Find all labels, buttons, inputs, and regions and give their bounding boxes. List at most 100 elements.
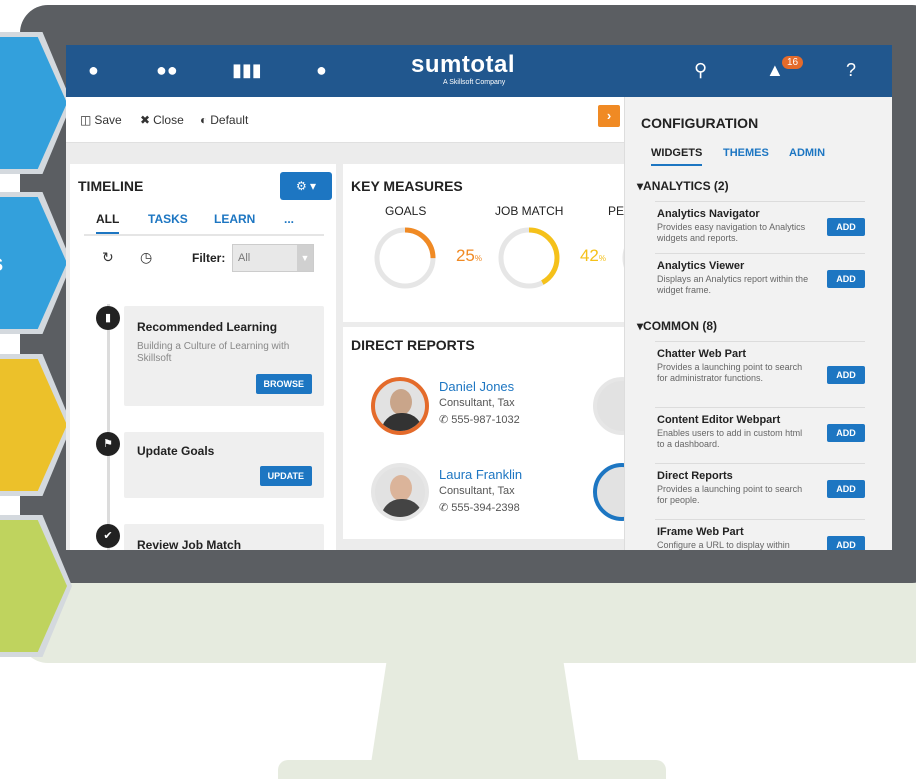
hex-tab-blue-2: s bbox=[0, 192, 72, 334]
timeline-panel: TIMELINE ⚙ ▾ ALL TASKS LEARN ... ↻ ◷ Fil… bbox=[70, 164, 336, 550]
widget-description: Provides a launching point to search for… bbox=[657, 362, 803, 383]
widget-name: Content Editor Webpart bbox=[657, 414, 781, 426]
phone-icon: ✆ bbox=[439, 502, 452, 514]
card-description: Building a Culture of Learning with Skil… bbox=[137, 341, 290, 364]
avatar-face bbox=[390, 475, 412, 501]
monitor-scene: s ● ●● ▮▮▮ ● sumtotal A Skillsoft Compan… bbox=[0, 0, 916, 779]
direct-reports-title: DIRECT REPORTS bbox=[351, 337, 475, 353]
update-button[interactable]: UPDATE bbox=[259, 466, 312, 486]
toolbar: ◫ Save ✖ Close ◐ Default bbox=[66, 97, 626, 143]
refresh-icon[interactable]: ↻ bbox=[102, 249, 114, 266]
save-button[interactable]: ◫ Save bbox=[80, 113, 122, 127]
close-icon: ✖ bbox=[140, 113, 151, 127]
clock-icon[interactable]: ◷ bbox=[140, 249, 152, 266]
widget-description: Provides easy navigation to Analytics wi… bbox=[657, 222, 806, 243]
tab-admin[interactable]: ADMIN bbox=[789, 147, 825, 159]
filter-value: All bbox=[238, 252, 251, 264]
avatar-body bbox=[381, 413, 423, 431]
expand-panel-button[interactable]: › bbox=[598, 105, 620, 127]
search-icon[interactable]: ⚲ bbox=[694, 60, 707, 81]
direct-reports-panel: DIRECT REPORTS Daniel Jones Consultant, … bbox=[343, 327, 651, 539]
gear-icon: ⚙ ▾ bbox=[295, 179, 317, 193]
add-widget-button[interactable]: ADD bbox=[827, 536, 865, 550]
widget-description: Enables users to add in custom html to a… bbox=[657, 428, 803, 449]
job-match-unit: % bbox=[598, 254, 607, 263]
default-label: Default bbox=[210, 113, 249, 127]
goals-number: 25 bbox=[455, 246, 475, 265]
section-label: ANALYTICS (2) bbox=[643, 179, 729, 193]
avatar-body bbox=[381, 499, 423, 517]
toggle-icon: ◐ bbox=[200, 113, 208, 127]
measure-label-job-match: JOB MATCH bbox=[495, 204, 564, 218]
default-toggle[interactable]: ◐ Default bbox=[200, 113, 248, 127]
widget-name: Direct Reports bbox=[657, 470, 733, 482]
measure-label-pe: PE bbox=[608, 204, 625, 218]
logo-tagline: A Skillsoft Company bbox=[443, 79, 506, 86]
app-screen: ● ●● ▮▮▮ ● sumtotal A Skillsoft Company … bbox=[66, 45, 892, 550]
section-analytics[interactable]: ▾ANALYTICS (2) bbox=[637, 179, 729, 193]
timeline-card: Update Goals UPDATE bbox=[124, 432, 324, 498]
widget-item: Analytics Viewer Displays an Analytics r… bbox=[655, 253, 865, 309]
widget-name: Analytics Viewer bbox=[657, 260, 745, 272]
group-icon[interactable]: ●● bbox=[156, 60, 178, 81]
goals-unit: % bbox=[474, 254, 483, 263]
bookmark-icon: ▮ bbox=[96, 306, 120, 330]
timeline-tabs: ALL TASKS LEARN ... bbox=[84, 212, 324, 236]
hex-tab-letter: s bbox=[0, 250, 3, 278]
tab-tasks[interactable]: TASKS bbox=[148, 212, 188, 226]
user-settings-icon[interactable]: ● bbox=[316, 60, 327, 81]
section-label: COMMON (8) bbox=[643, 319, 718, 333]
monitor-chin bbox=[20, 583, 916, 663]
card-title: Recommended Learning bbox=[137, 320, 278, 334]
widget-item: Analytics Navigator Provides easy naviga… bbox=[655, 201, 865, 253]
card-title: Update Goals bbox=[137, 444, 215, 458]
timeline-card: Recommended Learning Building a Culture … bbox=[124, 306, 324, 406]
hex-tab-green bbox=[0, 515, 72, 657]
widget-item: Direct Reports Provides a launching poin… bbox=[655, 463, 865, 519]
help-icon[interactable]: ? bbox=[846, 60, 856, 81]
hex-tab-blue-1 bbox=[0, 32, 72, 174]
add-widget-button[interactable]: ADD bbox=[827, 424, 865, 442]
browse-button[interactable]: BROWSE bbox=[255, 374, 312, 394]
person-icon[interactable]: ● bbox=[88, 60, 99, 81]
filter-label: Filter: bbox=[192, 251, 226, 265]
tab-widgets[interactable]: WIDGETS bbox=[651, 147, 703, 166]
close-label: Close bbox=[153, 113, 184, 127]
widget-item: Content Editor Webpart Enables users to … bbox=[655, 407, 865, 463]
avatar-face bbox=[390, 389, 412, 415]
flag-icon: ⚑ bbox=[96, 432, 120, 456]
person-name[interactable]: Daniel Jones bbox=[439, 379, 514, 394]
avatar[interactable] bbox=[371, 463, 429, 521]
widget-name: Analytics Navigator bbox=[657, 208, 760, 220]
person-phone: ✆ 555-987-1032 bbox=[439, 413, 520, 426]
timeline-settings-button[interactable]: ⚙ ▾ bbox=[280, 172, 332, 200]
phone-icon: ✆ bbox=[439, 414, 452, 426]
tab-learn[interactable]: LEARN bbox=[214, 212, 255, 226]
add-widget-button[interactable]: ADD bbox=[827, 218, 865, 236]
configuration-panel: CONFIGURATION WIDGETS THEMES ADMIN ▾ANAL… bbox=[624, 97, 892, 550]
avatar[interactable] bbox=[371, 377, 429, 435]
hex-tab-yellow bbox=[0, 354, 72, 496]
goals-value: 25% bbox=[437, 246, 501, 266]
sumtotal-logo: sumtotal bbox=[411, 51, 516, 78]
top-navigation: ● ●● ▮▮▮ ● sumtotal A Skillsoft Company … bbox=[66, 45, 892, 97]
key-measures-panel: KEY MEASURES GOALS JOB MATCH PE 25% 42% bbox=[343, 164, 684, 322]
job-match-number: 42 bbox=[579, 246, 599, 265]
library-icon[interactable]: ▮▮▮ bbox=[232, 60, 262, 81]
checkmark-icon: ✔ bbox=[96, 524, 120, 548]
add-widget-button[interactable]: ADD bbox=[827, 366, 865, 384]
add-widget-button[interactable]: ADD bbox=[827, 270, 865, 288]
person-phone: ✆ 555-394-2398 bbox=[439, 501, 520, 514]
tab-all[interactable]: ALL bbox=[96, 212, 120, 234]
tab-more[interactable]: ... bbox=[284, 212, 294, 226]
chevron-down-icon: ▼ bbox=[297, 245, 313, 271]
goals-gauge-ring bbox=[374, 227, 436, 289]
filter-select[interactable]: All ▼ bbox=[232, 244, 314, 272]
close-button[interactable]: ✖ Close bbox=[140, 113, 184, 127]
widget-name: Chatter Web Part bbox=[657, 348, 747, 360]
tab-themes[interactable]: THEMES bbox=[723, 147, 769, 159]
add-widget-button[interactable]: ADD bbox=[827, 480, 865, 498]
key-measures-title: KEY MEASURES bbox=[351, 178, 463, 194]
section-common[interactable]: ▾COMMON (8) bbox=[637, 319, 717, 333]
person-name[interactable]: Laura Franklin bbox=[439, 467, 522, 482]
